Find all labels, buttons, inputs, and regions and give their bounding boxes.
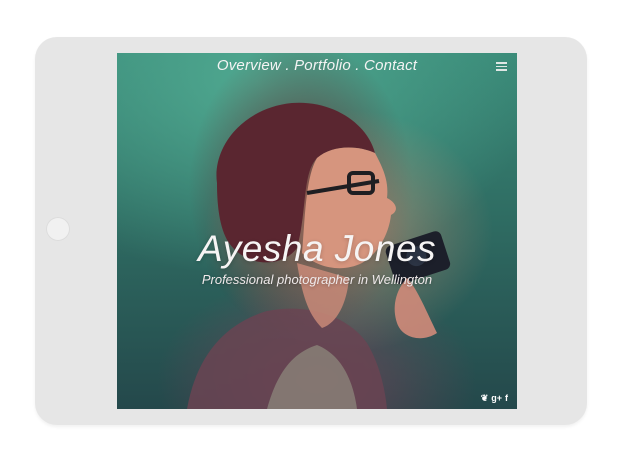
nav-link-contact[interactable]: Contact bbox=[364, 57, 417, 74]
nav-separator: . bbox=[285, 57, 290, 74]
social-links: ❦ g+ f bbox=[481, 394, 508, 403]
nav-link-overview[interactable]: Overview bbox=[217, 57, 281, 74]
facebook-icon[interactable]: f bbox=[505, 394, 508, 403]
tablet-device-frame: Overview . Portfolio . Contact Ayesha Jo… bbox=[35, 37, 587, 425]
tablet-home-button[interactable] bbox=[46, 217, 70, 241]
twitter-icon[interactable]: ❦ bbox=[481, 394, 489, 403]
nav-separator: . bbox=[355, 57, 360, 74]
google-plus-icon[interactable]: g+ bbox=[491, 394, 502, 403]
hero-subtitle: Professional photographer in Wellington bbox=[201, 272, 433, 287]
hero-title: Ayesha Jones bbox=[197, 228, 437, 269]
nav-link-portfolio[interactable]: Portfolio bbox=[294, 57, 351, 74]
top-navigation: Overview . Portfolio . Contact bbox=[117, 57, 517, 74]
website-screen: Overview . Portfolio . Contact Ayesha Jo… bbox=[117, 53, 517, 409]
hamburger-menu-icon[interactable] bbox=[496, 62, 507, 71]
